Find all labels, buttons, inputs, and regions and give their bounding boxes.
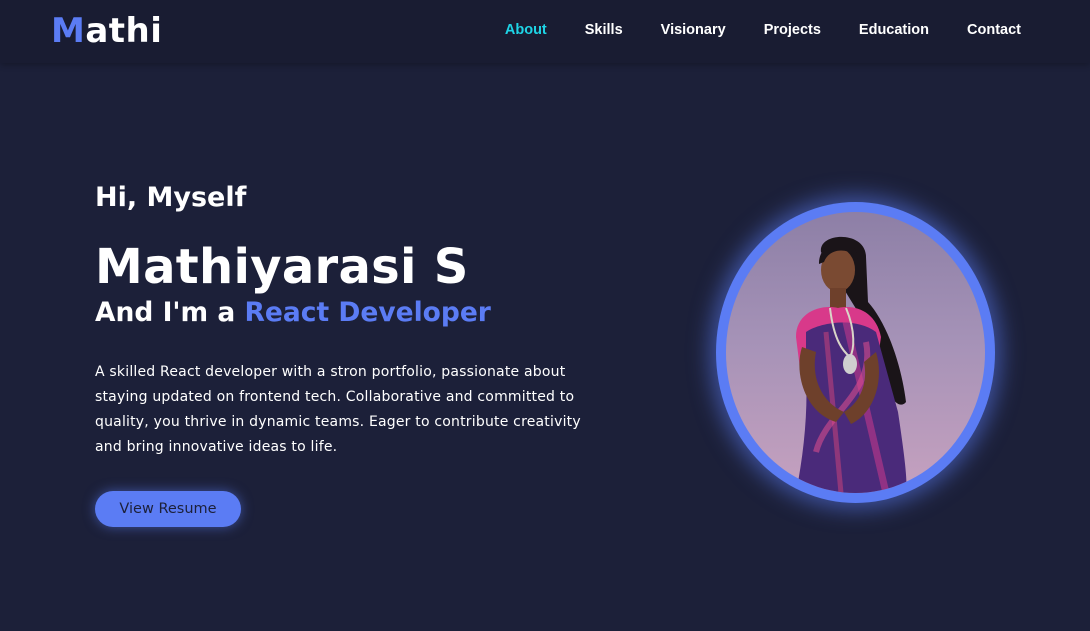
logo-text: athi (85, 11, 163, 51)
profile-photo (726, 212, 985, 493)
hero-greeting: Hi, Myself (95, 182, 247, 213)
hero-description: A skilled React developer with a stron p… (95, 364, 581, 455)
hero-role: And I'm a React Developer (95, 296, 595, 330)
logo-first-letter: M (51, 11, 86, 51)
avatar (716, 202, 995, 503)
role-highlight: React Developer (244, 297, 491, 328)
view-resume-button[interactable]: View Resume (95, 491, 241, 527)
nav-link-projects[interactable]: Projects (764, 21, 821, 39)
nav-link-contact[interactable]: Contact (967, 21, 1021, 39)
hero-section: Hi, Myself Mathiyarasi S And I'm a React… (95, 180, 595, 460)
nav-link-visionary[interactable]: Visionary (661, 21, 726, 39)
navbar: Mathi About Skills Visionary Projects Ed… (0, 0, 1090, 63)
nav-link-education[interactable]: Education (859, 21, 929, 39)
nav-links: About Skills Visionary Projects Educatio… (467, 21, 1021, 39)
role-prefix: And I'm a (95, 297, 245, 328)
logo[interactable]: Mathi (51, 10, 162, 52)
profile-photo-illustration (796, 236, 907, 493)
nav-link-about[interactable]: About (505, 21, 547, 39)
hero-name: Mathiyarasi S (95, 239, 469, 295)
nav-link-skills[interactable]: Skills (585, 21, 623, 39)
